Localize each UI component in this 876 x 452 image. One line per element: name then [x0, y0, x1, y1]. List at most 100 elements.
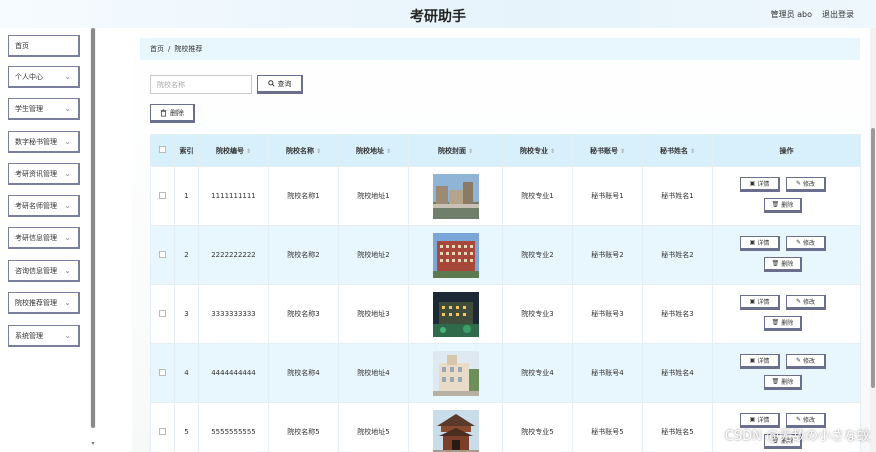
chevron-down-icon: ⌄ [64, 137, 71, 146]
sidebar-item-secretary[interactable]: 数字秘书管理 ⌄ [8, 131, 80, 153]
detail-label: 详情 [757, 417, 770, 424]
table-row: 1 1111111111 院校名称1 院校地址1 院校专业1 秘书账号1 秘书姓… [150, 166, 861, 226]
column-header: 索引 [174, 134, 199, 167]
sort-icon[interactable]: ⇕ [246, 148, 251, 155]
row-checkbox[interactable] [159, 368, 166, 376]
column-header[interactable]: 院校地址 ⇕ [338, 134, 409, 167]
college-cover-image[interactable] [432, 291, 479, 337]
secretary-name-cell: 秘书姓名3 [642, 284, 713, 344]
trash-icon [160, 109, 167, 117]
scroll-down-arrow-icon[interactable]: ▾ [90, 440, 96, 448]
breadcrumb-separator: / [168, 45, 171, 53]
sidebar-item-news[interactable]: 考研资讯管理 ⌄ [8, 163, 80, 185]
select-all-checkbox[interactable] [159, 146, 166, 153]
major-cell: 院校专业3 [502, 284, 573, 344]
secretary-name-cell: 秘书姓名5 [642, 402, 713, 452]
address-cell: 院校地址1 [338, 166, 409, 226]
row-checkbox[interactable] [159, 191, 166, 199]
college-cover-image[interactable] [432, 232, 479, 278]
detail-icon: ▣ [749, 416, 756, 423]
table-header-row: 索引 院校编号 ⇕ 院校名称 ⇕ 院校地址 ⇕ 院校封面 ⇕ 院校专业 ⇕ 秘书账号 ⇕ 秘… [150, 134, 861, 167]
main-scrollbar[interactable] [870, 28, 876, 452]
code-cell: 5555555555 [198, 402, 269, 452]
column-header-label: 院校专业 [519, 146, 548, 155]
edit-button[interactable]: ✎ 修改 [786, 236, 826, 251]
sort-icon[interactable]: ⇕ [690, 148, 695, 155]
sidebar-item-label: 系统管理 [15, 331, 43, 340]
detail-label: 详情 [757, 240, 770, 247]
edit-button[interactable]: ✎ 修改 [786, 354, 826, 369]
sidebar-item-personal-center[interactable]: 个人中心 ⌄ [8, 66, 80, 88]
delete-button[interactable]: 🗑 删除 [764, 316, 802, 331]
column-header[interactable]: 院校编号 ⇕ [198, 134, 269, 167]
sort-icon[interactable]: ⇕ [550, 148, 555, 155]
top-header: 考研助手 管理员 abo 退出登录 [0, 0, 876, 28]
logout-link[interactable]: 退出登录 [822, 9, 854, 20]
column-header-label: 院校名称 [285, 146, 314, 155]
column-header[interactable]: 院校专业 ⇕ [502, 134, 573, 167]
sidebar-item-system[interactable]: 系统管理 ⌄ [8, 325, 80, 347]
trash-icon: 🗑 [771, 260, 780, 267]
scrollbar-thumb[interactable] [871, 128, 875, 388]
college-table: 索引 院校编号 ⇕ 院校名称 ⇕ 院校地址 ⇕ 院校封面 ⇕ 院校专业 ⇕ 秘书账号 ⇕ 秘… [150, 134, 861, 452]
actions-cell: ▣ 详情 ✎ 修改 🗑 删除 [712, 284, 861, 344]
detail-button[interactable]: ▣ 详情 [740, 354, 780, 369]
major-cell: 院校专业1 [502, 166, 573, 226]
column-header-label: 院校封面 [437, 146, 466, 155]
account-cell: 秘书账号2 [572, 225, 643, 285]
college-cover-image[interactable] [432, 173, 479, 219]
sidebar-item-consult[interactable]: 咨询信息管理 ⌄ [8, 260, 80, 282]
column-header[interactable]: 院校封面 ⇕ [408, 134, 503, 167]
sort-icon[interactable]: ⇕ [468, 148, 473, 155]
sidebar-item-exam-info[interactable]: 考研信息管理 ⌄ [8, 227, 80, 249]
detail-button[interactable]: ▣ 详情 [740, 295, 780, 310]
name-cell: 院校名称5 [268, 402, 339, 452]
search-button[interactable]: 查询 [257, 75, 303, 94]
row-checkbox[interactable] [159, 250, 166, 258]
address-cell: 院校地址4 [338, 343, 409, 403]
detail-icon: ▣ [749, 357, 756, 364]
breadcrumb-home[interactable]: 首页 [150, 44, 164, 54]
college-cover-image[interactable] [432, 409, 479, 452]
sidebar-item-label: 咨询信息管理 [15, 266, 57, 275]
table-row: 3 3333333333 院校名称3 院校地址3 院校专业3 秘书账号3 秘书姓… [150, 284, 861, 344]
detail-button[interactable]: ▣ 详情 [740, 236, 780, 251]
sort-icon[interactable]: ⇕ [316, 148, 321, 155]
delete-button[interactable]: 🗑 删除 [764, 375, 802, 390]
account-cell: 秘书账号1 [572, 166, 643, 226]
edit-button[interactable]: ✎ 修改 [786, 295, 826, 310]
chevron-down-icon: ⌄ [64, 169, 71, 178]
scrollbar-thumb[interactable] [91, 28, 95, 428]
sort-icon[interactable]: ⇕ [386, 148, 391, 155]
sidebar-item-student[interactable]: 学生管理 ⌄ [8, 98, 80, 120]
column-header[interactable]: 秘书姓名 ⇕ [642, 134, 713, 167]
code-cell: 3333333333 [198, 284, 269, 344]
sidebar-scrollbar[interactable] [90, 28, 96, 428]
row-select-cell [150, 343, 175, 403]
code-cell: 4444444444 [198, 343, 269, 403]
address-cell: 院校地址5 [338, 402, 409, 452]
college-name-search-input[interactable]: 院校名称 [150, 75, 252, 94]
sort-icon[interactable]: ⇕ [620, 148, 625, 155]
account-cell: 秘书账号4 [572, 343, 643, 403]
column-header[interactable]: 院校名称 ⇕ [268, 134, 339, 167]
cover-cell [408, 284, 503, 344]
row-checkbox[interactable] [159, 427, 166, 435]
sidebar-item-college-recommend[interactable]: 院校推荐管理 ⌄ [8, 292, 80, 314]
college-cover-image[interactable] [432, 350, 479, 396]
address-cell: 院校地址2 [338, 225, 409, 285]
sidebar-item-teachers[interactable]: 考研名师管理 ⌄ [8, 195, 80, 217]
trash-icon: 🗑 [771, 378, 780, 385]
row-checkbox[interactable] [159, 309, 166, 317]
detail-button[interactable]: ▣ 详情 [740, 177, 780, 192]
column-header[interactable]: 秘书账号 ⇕ [572, 134, 643, 167]
delete-button[interactable]: 🗑 删除 [764, 198, 802, 213]
delete-button[interactable]: 🗑 删除 [764, 257, 802, 272]
search-placeholder: 院校名称 [157, 80, 185, 89]
edit-button[interactable]: ✎ 修改 [786, 177, 826, 192]
sidebar-item-home[interactable]: 首页 [8, 35, 80, 57]
sidebar-nav: 首页 个人中心 ⌄ 学生管理 ⌄ 数字秘书管理 ⌄ 考研资讯管理 ⌄ 考研名师管理 ⌄ 考… [0, 28, 90, 452]
chevron-down-icon: ⌄ [64, 104, 71, 113]
major-cell: 院校专业4 [502, 343, 573, 403]
batch-delete-button[interactable]: 删除 [150, 104, 195, 123]
